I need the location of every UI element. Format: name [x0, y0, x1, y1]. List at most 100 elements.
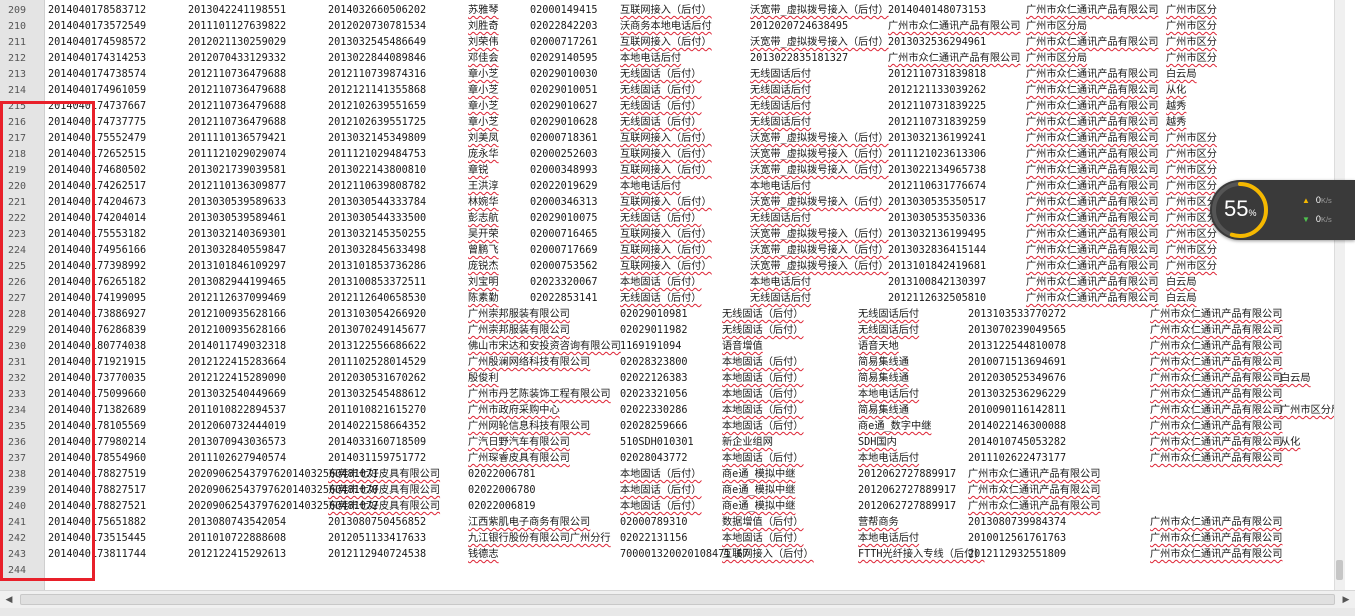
- line-cell: 无线固话后付: [750, 85, 812, 96]
- line-cell: 刘荣伟: [468, 37, 499, 48]
- line-cell: 2013032136199241: [888, 133, 987, 144]
- line-cell: 广州市众仁通讯产品有限公司: [1150, 453, 1283, 464]
- editor-line[interactable]: 238 2014040178827519 202090625437976201403…: [0, 467, 1340, 483]
- editor-line[interactable]: 237 2014040178554960 2011102627940574 20140…: [0, 451, 1340, 467]
- line-cell: 广州市众仁通讯产品有限公司: [968, 469, 1101, 480]
- network-monitor-widget[interactable]: 55% ▲ 0K/s ▼ 0K/s: [1210, 180, 1355, 240]
- line-cell: 2013032545488612: [328, 389, 427, 400]
- line-cell: 2013032140369301: [188, 229, 287, 240]
- line-cell: 沃宽带_虚拟拨号接入（后付）: [750, 37, 889, 48]
- line-cell: 2013030539589461: [188, 213, 287, 224]
- line-cell: 广州市众仁通讯产品有限公司: [1150, 549, 1283, 560]
- line-cell: 本地电话后付: [750, 181, 812, 192]
- editor-line[interactable]: 230 2014040180774038 2014011749032318 20131…: [0, 339, 1340, 355]
- line-cell: 无线固话后付: [750, 69, 812, 80]
- editor-line[interactable]: 229 2014040176286839 2012100935628166 20130…: [0, 323, 1340, 339]
- editor-line[interactable]: 241 2014040175651882 2013080743542054 20130…: [0, 515, 1340, 531]
- editor-line[interactable]: 242 2014040173515445 2011010722888608 20120…: [0, 531, 1340, 547]
- editor-line[interactable]: 225 2014040177398992 2013101846109297 20131…: [0, 259, 1340, 275]
- editor-line[interactable]: 212 2014040174314253 2012070433129332 20130…: [0, 51, 1340, 67]
- editor-line[interactable]: 219 2014040174680502 2013021739039581 20130…: [0, 163, 1340, 179]
- line-cell: 互联网接入（后付）: [620, 37, 712, 48]
- editor-line[interactable]: 223 2014040175553182 2013032140369301 20130…: [0, 227, 1340, 243]
- line-cell: 无线固话（后付）: [620, 101, 702, 112]
- line-number: 212: [8, 53, 27, 64]
- editor-line[interactable]: 244: [0, 563, 1340, 579]
- line-cell: 02029140595: [530, 53, 598, 64]
- line-cell: 2013070239049565: [968, 325, 1067, 336]
- line-cell: 殷俊利: [468, 373, 499, 384]
- line-cell: 2014033160718509: [328, 437, 427, 448]
- scroll-right-arrow-icon[interactable]: ▶: [1339, 593, 1353, 607]
- editor-line[interactable]: 210 2014040173572549 2011101127639822 20120…: [0, 19, 1340, 35]
- editor-line[interactable]: 215 2014040174737667 2012110736479688 20121…: [0, 99, 1340, 115]
- editor-line[interactable]: 234 2014040171382689 2011010822894537 20110…: [0, 403, 1341, 419]
- line-cell: 2014040174314253: [48, 53, 147, 64]
- line-cell: 2013103054266920: [328, 309, 427, 320]
- editor-line[interactable]: 213 2014040174738574 2012110736479688 20121…: [0, 67, 1340, 83]
- line-cell: 沃宽带_虚拟拨号接入（后付）: [750, 229, 889, 240]
- editor-line[interactable]: 240 2014040178827521 202090625437976201403…: [0, 499, 1340, 515]
- line-cell: 广州殷澜网络科技有限公司: [468, 357, 591, 368]
- editor-line[interactable]: 209 2014040178583712 2013042241198551 20140…: [0, 3, 1340, 19]
- line-number: 213: [8, 69, 27, 80]
- line-cell: 本地固话（后付）: [722, 421, 804, 432]
- line-cell: 商e通_模拟中继: [722, 501, 796, 512]
- editor-line[interactable]: 224 2014040174956166 2013032840559847 20130…: [0, 243, 1340, 259]
- editor-line[interactable]: 218 2014040172652515 2011121029029074 20111…: [0, 147, 1340, 163]
- line-cell: 02029010030: [530, 69, 598, 80]
- editor-line[interactable]: 216 2014040174737775 2012110736479688 20121…: [0, 115, 1340, 131]
- vertical-scroll-thumb[interactable]: [1336, 560, 1343, 580]
- editor-line[interactable]: 232 2014040173770035 2012122415289090 20120…: [0, 371, 1340, 387]
- editor-line[interactable]: 243 2014040173811744 2012122415292613 20121…: [0, 547, 1340, 563]
- editor-line[interactable]: 227 2014040174199095 2012112637099469 20121…: [0, 291, 1340, 307]
- line-cell: 本地电话后付: [620, 53, 682, 64]
- line-cell: 广州市众仁通讯产品有限公司: [1026, 229, 1159, 240]
- editor-line[interactable]: 236 2014040177980214 2013070943036573 20140…: [0, 435, 1340, 451]
- vertical-scrollbar[interactable]: [1334, 0, 1345, 590]
- line-cell: 章小芝: [468, 101, 499, 112]
- editor-line[interactable]: 231 2014040171921915 2012122415283664 20111…: [0, 355, 1340, 371]
- horizontal-scroll-thumb[interactable]: [20, 594, 1335, 605]
- status-strip: [0, 608, 1355, 616]
- editor-line[interactable]: 217 2014040175552479 2011110136579421 20130…: [0, 131, 1340, 147]
- line-cell: 广州市众仁通讯产品有限公司: [1026, 293, 1159, 304]
- line-cell: 互联网接入（后付）: [620, 133, 712, 144]
- line-cell: 2012121133039262: [888, 85, 987, 96]
- line-cell: 本地电话后付: [858, 389, 920, 400]
- line-cell: 2012110731839225: [888, 101, 987, 112]
- line-cell: 广州市众仁通讯产品有限公司: [1026, 261, 1159, 272]
- line-cell: 章小芝: [468, 117, 499, 128]
- editor-line[interactable]: 214 2014040174961059 2012110736479688 20121…: [0, 83, 1340, 99]
- editor-line[interactable]: 211 2014040174598572 2012021130259029 20130…: [0, 35, 1340, 51]
- line-cell: 本地固话（后付）: [722, 533, 804, 544]
- line-cell: 2012110736479688: [188, 117, 287, 128]
- horizontal-scrollbar[interactable]: ◀ ▶: [0, 590, 1355, 609]
- editor-line[interactable]: 235 2014040178105569 2012060732444019 20140…: [0, 419, 1340, 435]
- line-cell: 02022006781: [468, 469, 536, 480]
- line-cell: 2012112637099469: [188, 293, 287, 304]
- line-cell: 02028043772: [620, 453, 688, 464]
- line-cell: 无线固话（后付）: [722, 325, 804, 336]
- line-cell: 越秀: [1166, 117, 1187, 128]
- line-cell: 江西紫肌电子商务有限公司: [468, 517, 591, 528]
- editor-line[interactable]: 221 2014040174204673 2013030539589633 20130…: [0, 195, 1340, 211]
- scroll-left-arrow-icon[interactable]: ◀: [2, 593, 16, 607]
- line-cell: 广州市众仁通讯产品有限公司: [1150, 517, 1283, 528]
- line-cell: 广州市众仁通讯产品有限公司: [1026, 197, 1159, 208]
- text-editor[interactable]: 209 2014040178583712 2013042241198551 20140…: [0, 0, 1345, 590]
- editor-line[interactable]: 233 2014040175099660 2013032540449669 20130…: [0, 387, 1340, 403]
- line-cell: 2013032545486649: [328, 37, 427, 48]
- line-cell: 本地电话后付: [858, 453, 920, 464]
- editor-line[interactable]: 239 2014040178827517 202090625437976201403…: [0, 483, 1340, 499]
- line-cell: 2013101853736286: [328, 261, 427, 272]
- line-cell: 广州市众仁通讯产品有限公司: [888, 53, 1021, 64]
- editor-line[interactable]: 226 2014040176265182 2013082944199465 20131…: [0, 275, 1340, 291]
- line-cell: 互联网接入（后付）: [620, 229, 712, 240]
- line-cell: 2012070433129332: [188, 53, 287, 64]
- line-cell: 2010012561761763: [968, 533, 1067, 544]
- line-cell: FTTH光纤接入专线（后付）: [858, 549, 985, 560]
- editor-line[interactable]: 222 2014040174204014 2013030539589461 20130…: [0, 211, 1340, 227]
- editor-line[interactable]: 228 2014040173886927 2012100935628166 20131…: [0, 307, 1340, 323]
- editor-line[interactable]: 220 2014040174262517 2012110136309877 20121…: [0, 179, 1340, 195]
